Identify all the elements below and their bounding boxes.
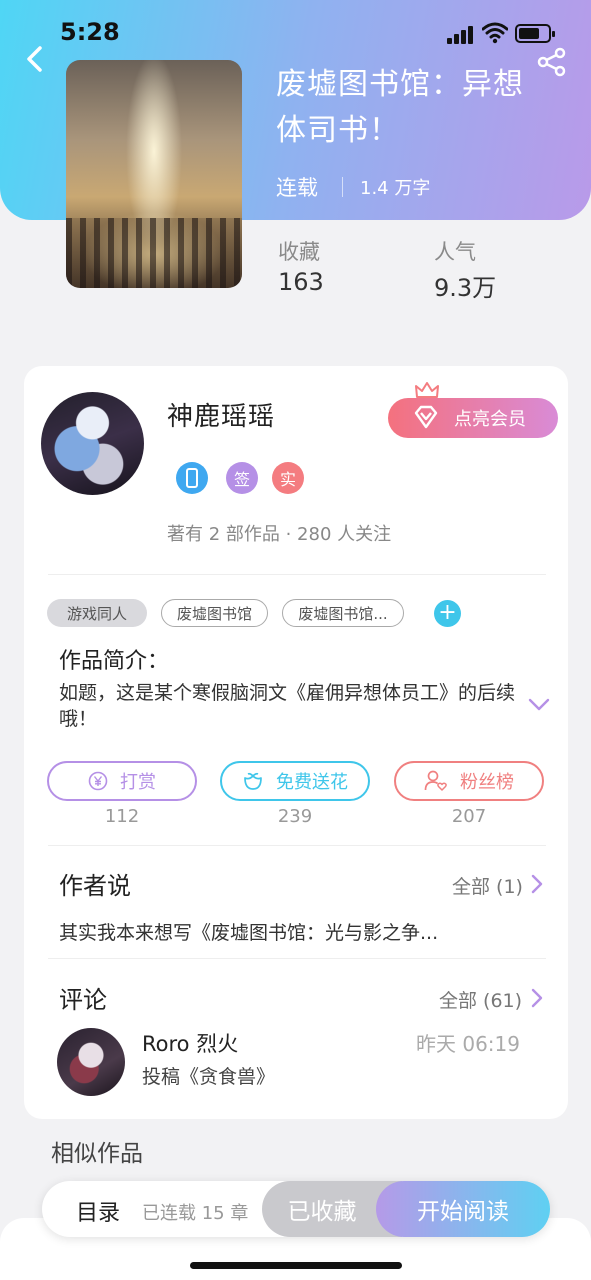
divider — [48, 574, 546, 575]
comment-text[interactable]: 投稿《贪食兽》 — [142, 1062, 275, 1089]
tag-item[interactable]: 废墟图书馆... — [282, 599, 404, 627]
crown-icon — [415, 382, 439, 398]
signal-icon — [447, 26, 475, 44]
chevron-right-icon[interactable] — [530, 987, 544, 1009]
chevron-right-icon[interactable] — [530, 873, 544, 895]
stat-favorites-value: 163 — [278, 268, 324, 296]
fan-count: 207 — [451, 806, 487, 827]
tip-count: 112 — [104, 806, 140, 827]
home-indicator — [190, 1262, 402, 1269]
verified-badge: 实 — [272, 462, 304, 494]
similar-works-title: 相似作品 — [51, 1141, 143, 1167]
commenter-avatar[interactable] — [57, 1028, 125, 1096]
stat-popularity-label: 人气 — [434, 240, 476, 264]
free-flower-button-label: 免费送花 — [276, 772, 348, 793]
book-status: 连载 — [276, 176, 318, 200]
comment-time: 昨天 06:19 — [416, 1032, 520, 1056]
battery-icon — [515, 24, 555, 43]
status-bar: 5:28 — [0, 0, 591, 60]
add-tag-icon[interactable]: + — [434, 600, 461, 627]
fan-ranking-button-label: 粉丝榜 — [460, 772, 514, 793]
divider — [48, 845, 546, 846]
flower-count: 239 — [277, 806, 313, 827]
comments-all-link[interactable]: 全部 (61) — [439, 986, 522, 1013]
comments-title: 评论 — [59, 986, 107, 1014]
phone-badge-icon — [176, 462, 208, 494]
signed-badge: 签 — [226, 462, 258, 494]
author-note-text[interactable]: 其实我本来想写《废墟图书馆：光与影之争... — [59, 918, 438, 945]
wifi-icon — [482, 22, 508, 44]
tip-button[interactable]: 打赏 — [47, 761, 197, 801]
tag-item[interactable]: 游戏同人 — [47, 599, 147, 627]
back-arrow-icon[interactable] — [20, 44, 50, 74]
yen-icon — [88, 771, 108, 791]
user-heart-icon — [424, 770, 448, 792]
chevron-down-icon[interactable] — [528, 698, 550, 712]
tag-item[interactable]: 废墟图书馆 — [161, 599, 268, 627]
start-reading-button-label: 开始阅读 — [417, 1199, 509, 1225]
chapter-count: 已连载 15 章 — [142, 1203, 249, 1224]
intro-text: 如题，这是某个寒假脑洞文《雇佣异想体员工》的后续哦！ — [59, 682, 516, 730]
fan-ranking-button[interactable]: 粉丝榜 — [394, 761, 544, 801]
share-icon[interactable] — [536, 46, 568, 78]
stat-favorites-label: 收藏 — [278, 240, 320, 264]
free-flower-button[interactable]: 免费送花 — [220, 761, 370, 801]
start-reading-button[interactable]: 开始阅读 — [376, 1181, 550, 1237]
author-says-title: 作者说 — [59, 872, 131, 900]
book-cover[interactable] — [66, 60, 242, 288]
author-avatar[interactable] — [41, 392, 144, 495]
diamond-icon — [414, 405, 438, 429]
divider — [48, 958, 546, 959]
divider — [342, 177, 343, 197]
author-says-all-link[interactable]: 全部 (1) — [452, 872, 523, 899]
status-time: 5:28 — [60, 18, 120, 46]
stat-popularity-value: 9.3万 — [434, 274, 497, 302]
author-name[interactable]: 神鹿瑶瑶 — [167, 396, 275, 433]
tip-button-label: 打赏 — [120, 772, 156, 793]
commenter-name[interactable]: Roro 烈火 — [142, 1028, 238, 1058]
book-word-count: 1.4 万字 — [360, 178, 431, 199]
flower-icon — [242, 770, 264, 792]
intro-title: 作品简介： — [59, 649, 170, 674]
toc-button[interactable]: 目录 — [76, 1195, 120, 1227]
book-title: 废墟图书馆：异想体司书！ — [276, 67, 524, 148]
vip-button-label: 点亮会员 — [454, 409, 526, 430]
author-meta: 著有 2 部作品 · 280 人关注 — [167, 524, 392, 545]
favorited-button-label: 已收藏 — [287, 1199, 357, 1225]
